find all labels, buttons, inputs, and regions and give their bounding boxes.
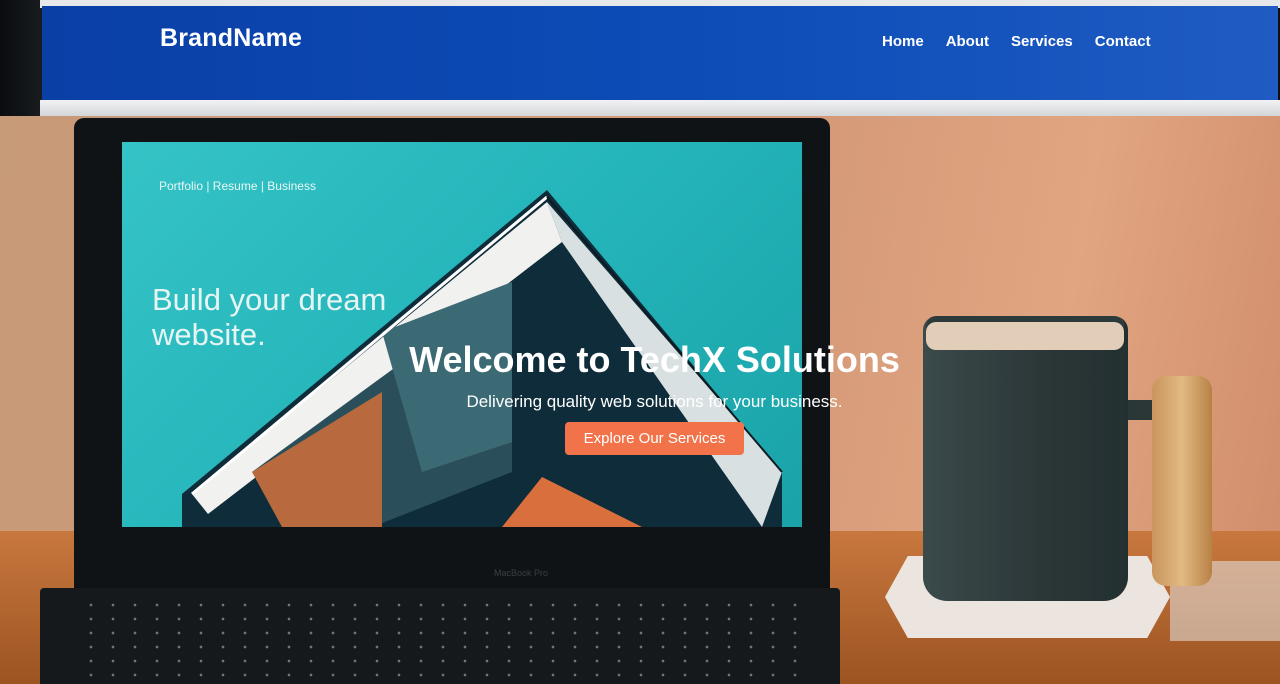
hero-content: Welcome to TechX Solutions Delivering qu… xyxy=(0,338,1280,455)
screen-tags: Portfolio | Resume | Business xyxy=(159,179,316,193)
hero-subtitle: Delivering quality web solutions for you… xyxy=(466,392,843,411)
hero-section: Portfolio | Resume | Business Build your… xyxy=(0,116,1280,684)
navbar xyxy=(42,6,1278,102)
screen-headline-line1: Build your dream xyxy=(152,282,387,317)
nav-link-services[interactable]: Services xyxy=(1011,33,1073,50)
keyboard-keys xyxy=(80,598,800,678)
laptop-screen: Portfolio | Resume | Business Build your… xyxy=(122,142,802,527)
laptop-model-label: MacBook Pro xyxy=(494,568,549,578)
nav-link-home[interactable]: Home xyxy=(882,33,924,50)
nav-links: Home About Services Contact xyxy=(882,33,1151,50)
nav-link-contact[interactable]: Contact xyxy=(1095,33,1151,50)
laptop-keyboard xyxy=(40,588,840,684)
hero-title: Welcome to TechX Solutions xyxy=(409,339,900,380)
brand-logo[interactable]: BrandName xyxy=(160,24,302,53)
nav-link-about[interactable]: About xyxy=(946,33,989,50)
explore-services-button[interactable]: Explore Our Services xyxy=(564,422,745,455)
